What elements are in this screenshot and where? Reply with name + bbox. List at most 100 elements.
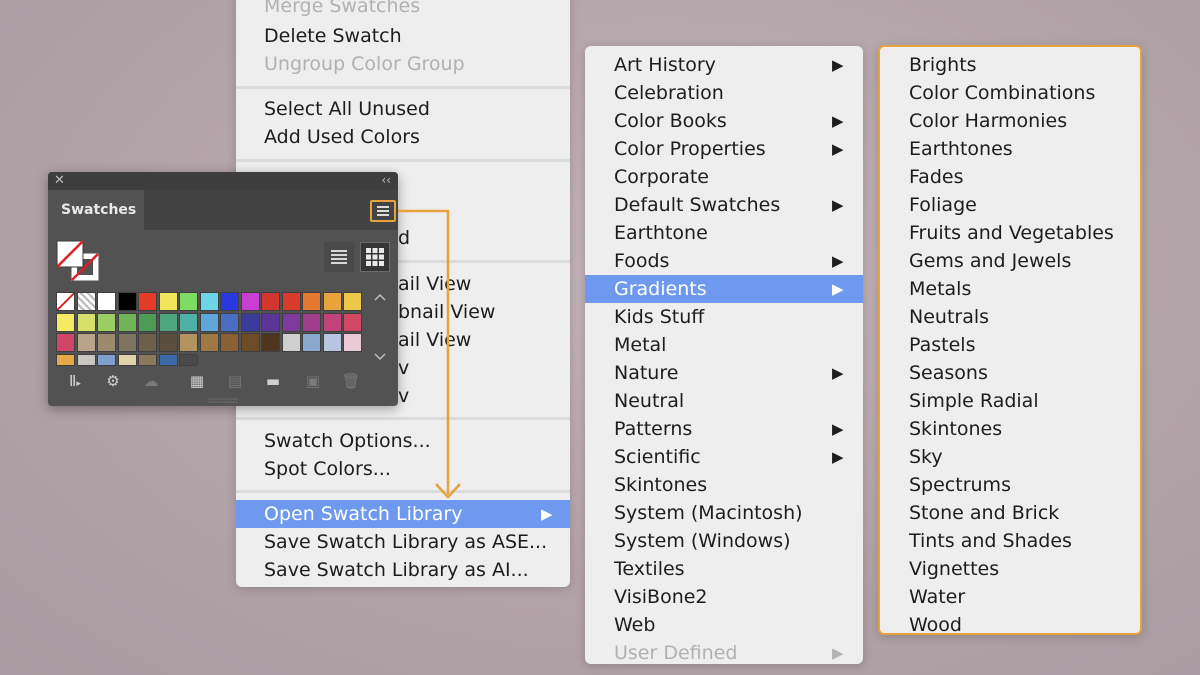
show-swatch-kinds-icon[interactable]: ▦ [186, 372, 208, 392]
library-item-system-windows[interactable]: System (Windows) [585, 527, 863, 555]
swatch[interactable] [179, 333, 198, 352]
swatch[interactable] [179, 292, 198, 311]
library-item-skintones[interactable]: Skintones [585, 471, 863, 499]
menu-item-spot-colors[interactable]: Spot Colors... [236, 455, 570, 483]
swatch[interactable] [117, 292, 137, 311]
swatch[interactable] [56, 333, 75, 352]
gradient-item[interactable]: Fruits and Vegetables [880, 219, 1140, 247]
fill-stroke-icon[interactable] [56, 240, 102, 282]
gradient-item[interactable]: Stone and Brick [880, 499, 1140, 527]
swatch[interactable] [56, 312, 75, 332]
gradient-item[interactable]: Skintones [880, 415, 1140, 443]
add-to-library-icon[interactable]: ⚙ [102, 372, 124, 392]
library-item-visibone2[interactable]: VisiBone2 [585, 583, 863, 611]
library-item-color-books[interactable]: Color Books ▶ [585, 107, 863, 135]
menu-item-select-all-unused[interactable]: Select All Unused [236, 95, 570, 123]
swatch[interactable] [56, 353, 75, 366]
resize-grip-icon[interactable] [208, 398, 238, 404]
gradient-item[interactable]: Earthtones [880, 135, 1140, 163]
menu-item-open-swatch-library[interactable]: Open Swatch Library ▶ [236, 500, 570, 528]
swatch[interactable] [76, 312, 96, 332]
menu-item-ungroup-color-group[interactable]: Ungroup Color Group [236, 50, 570, 78]
gradient-item[interactable]: Gems and Jewels [880, 247, 1140, 275]
swatch[interactable] [261, 292, 280, 311]
menu-item-delete-swatch[interactable]: Delete Swatch [236, 22, 570, 50]
library-item-gradients[interactable]: Gradients ▶ [585, 275, 863, 303]
menu-item-add-used-colors[interactable]: Add Used Colors [236, 123, 570, 151]
library-item-art-history[interactable]: Art History ▶ [585, 51, 863, 79]
library-item-web[interactable]: Web [585, 611, 863, 639]
menu-item-save-library-ai[interactable]: Save Swatch Library as AI... [236, 556, 570, 584]
swatch[interactable] [281, 312, 301, 332]
grid-view-button[interactable] [360, 242, 390, 272]
swatch[interactable] [138, 312, 157, 332]
swatch[interactable] [117, 353, 137, 366]
gradient-item[interactable]: Spectrums [880, 471, 1140, 499]
gradient-item[interactable]: Wood [880, 611, 1140, 633]
swatch[interactable] [56, 292, 75, 311]
swatch[interactable] [76, 292, 96, 311]
swatch[interactable] [281, 292, 301, 311]
swatch[interactable] [179, 353, 198, 366]
new-swatch-icon[interactable]: ▣ [302, 372, 324, 392]
gradient-item[interactable]: Sky [880, 443, 1140, 471]
swatch[interactable] [220, 312, 239, 332]
swatch-options-icon[interactable]: ▤ [224, 372, 246, 392]
gradient-item[interactable]: Pastels [880, 331, 1140, 359]
swatch[interactable] [97, 292, 116, 311]
swatch[interactable] [343, 292, 362, 311]
trash-icon[interactable]: 🗑 [340, 372, 362, 392]
swatch[interactable] [302, 292, 321, 311]
swatch[interactable] [199, 333, 219, 352]
gradient-item[interactable]: Vignettes [880, 555, 1140, 583]
library-item-metal[interactable]: Metal [585, 331, 863, 359]
swatch[interactable] [138, 333, 157, 352]
menu-item-merge-swatches[interactable]: Merge Swatches [236, 0, 570, 20]
close-icon[interactable]: ✕ [54, 173, 65, 188]
library-item-neutral[interactable]: Neutral [585, 387, 863, 415]
gradient-item[interactable]: Tints and Shades [880, 527, 1140, 555]
gradient-item[interactable]: Water [880, 583, 1140, 611]
library-item-corporate[interactable]: Corporate [585, 163, 863, 191]
collapse-icon[interactable]: ‹‹ [381, 173, 391, 187]
gradient-item[interactable]: Neutrals [880, 303, 1140, 331]
swatch[interactable] [240, 312, 260, 332]
new-color-group-icon[interactable]: ▬ [262, 372, 284, 392]
swatch[interactable] [281, 333, 301, 352]
library-item-user-defined[interactable]: User Defined ▶ [585, 639, 863, 664]
library-item-default-swatches[interactable]: Default Swatches ▶ [585, 191, 863, 219]
tab-swatches[interactable]: Swatches [48, 190, 144, 230]
swatch[interactable] [138, 353, 157, 366]
gradient-item[interactable]: Brights [880, 51, 1140, 79]
gradient-item[interactable]: Seasons [880, 359, 1140, 387]
swatch-libraries-menu-icon[interactable]: Ⅱ▸ [64, 372, 86, 392]
swatch[interactable] [179, 312, 198, 332]
swatch[interactable] [199, 292, 219, 311]
gradient-item[interactable]: Color Combinations [880, 79, 1140, 107]
menu-item-swatch-options[interactable]: Swatch Options... [236, 427, 570, 455]
swatch[interactable] [322, 333, 342, 352]
library-item-celebration[interactable]: Celebration [585, 79, 863, 107]
gradient-item[interactable]: Simple Radial [880, 387, 1140, 415]
gradient-item[interactable]: Metals [880, 275, 1140, 303]
swatch[interactable] [261, 333, 280, 352]
library-item-earthtone[interactable]: Earthtone [585, 219, 863, 247]
swatch[interactable] [220, 333, 239, 352]
library-item-scientific[interactable]: Scientific ▶ [585, 443, 863, 471]
swatch[interactable] [240, 333, 260, 352]
list-view-button[interactable] [324, 242, 354, 272]
swatch[interactable] [158, 292, 178, 311]
library-item-system-macintosh[interactable]: System (Macintosh) [585, 499, 863, 527]
swatch[interactable] [343, 312, 362, 332]
swatch[interactable] [158, 353, 178, 366]
library-item-color-properties[interactable]: Color Properties ▶ [585, 135, 863, 163]
swatch[interactable] [158, 312, 178, 332]
swatch[interactable] [97, 312, 116, 332]
swatch[interactable] [261, 312, 280, 332]
swatch[interactable] [76, 333, 96, 352]
panel-title-bar[interactable]: ✕ ‹‹ [48, 172, 398, 190]
swatch[interactable] [97, 353, 116, 366]
swatch-scrollbar[interactable] [370, 290, 390, 366]
swatch[interactable] [343, 333, 362, 352]
swatch[interactable] [138, 292, 157, 311]
